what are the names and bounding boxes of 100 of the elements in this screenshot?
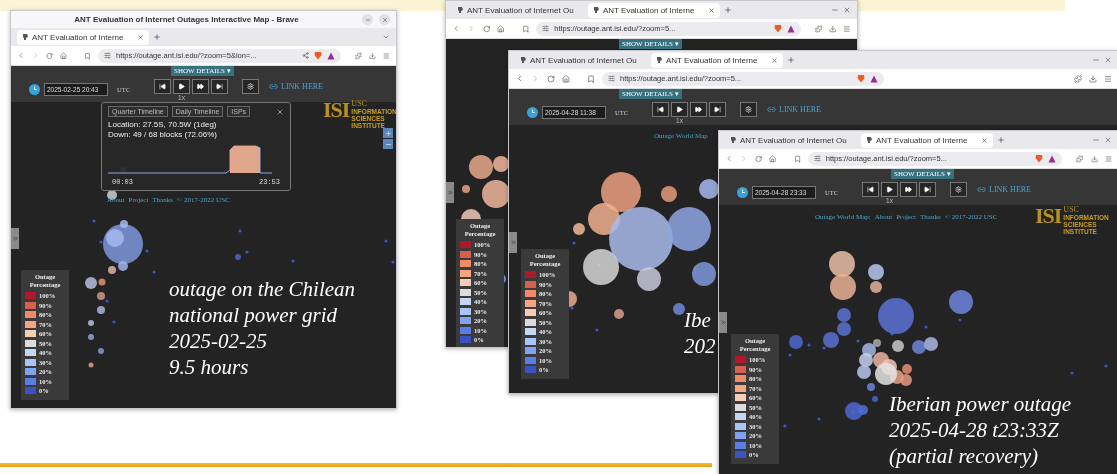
settings-button[interactable]	[242, 78, 259, 94]
browser-tab[interactable]: ANT Evaluation of Interne	[861, 132, 993, 148]
close-icon[interactable]	[1104, 56, 1112, 64]
outage-circle	[870, 281, 882, 293]
location-dot	[958, 318, 962, 322]
download-icon[interactable]	[1090, 154, 1098, 163]
settings-button[interactable]	[950, 181, 967, 197]
zoom-out-button[interactable]	[383, 139, 393, 149]
close-tab-icon[interactable]	[708, 6, 715, 14]
link-here-link[interactable]: LINK HERE	[269, 82, 323, 91]
minimize-button[interactable]	[362, 14, 373, 25]
menu-icon[interactable]	[383, 51, 390, 60]
home-icon[interactable]	[60, 51, 68, 60]
play-button[interactable]	[173, 78, 190, 94]
close-icon[interactable]	[1104, 136, 1112, 144]
step-back-button[interactable]	[652, 101, 669, 117]
step-back-button[interactable]	[862, 181, 879, 197]
browser-tab[interactable]: ANT Evaluation of Internet Ou	[515, 52, 647, 68]
new-tab-icon[interactable]	[997, 136, 1005, 144]
minimize-icon[interactable]	[831, 6, 839, 14]
site-settings-icon[interactable]	[542, 25, 550, 32]
step-forward-button[interactable]	[919, 181, 936, 197]
minimize-icon[interactable]	[1092, 136, 1100, 144]
back-icon[interactable]	[17, 51, 25, 60]
puzzle-icon[interactable]	[814, 24, 822, 33]
reload-icon[interactable]	[755, 154, 763, 163]
logo-org: USC	[1063, 206, 1080, 214]
back-icon[interactable]	[725, 154, 734, 163]
triangle-icon[interactable]	[786, 24, 795, 33]
close-icon[interactable]	[276, 107, 284, 116]
home-icon[interactable]	[497, 24, 505, 33]
puzzle-icon[interactable]	[355, 51, 363, 60]
settings-button[interactable]	[740, 101, 757, 117]
shield-icon[interactable]	[314, 51, 323, 60]
back-icon[interactable]	[515, 74, 524, 83]
forward-icon[interactable]	[467, 24, 476, 33]
site-settings-icon[interactable]	[813, 155, 821, 162]
browser-tab[interactable]: ANT Evaluation of Interne	[17, 29, 149, 45]
new-tab-icon[interactable]	[153, 33, 161, 41]
triangle-icon[interactable]	[327, 51, 336, 60]
step-forward-button[interactable]	[709, 101, 726, 117]
bookmark-icon[interactable]	[84, 51, 91, 60]
close-button[interactable]	[379, 14, 390, 25]
triangle-icon[interactable]	[870, 74, 878, 83]
new-tab-icon[interactable]	[787, 56, 795, 64]
share-icon[interactable]	[302, 52, 310, 59]
link-icon	[767, 105, 776, 114]
site-settings-icon[interactable]	[104, 52, 111, 59]
reload-icon[interactable]	[46, 51, 54, 60]
close-tab-icon[interactable]	[137, 33, 144, 41]
triangle-icon[interactable]	[1048, 154, 1057, 163]
chevron-down-icon[interactable]	[382, 33, 390, 41]
zoom-in-button[interactable]	[383, 128, 393, 138]
play-button[interactable]	[671, 101, 688, 117]
home-icon[interactable]	[562, 74, 570, 83]
fast-forward-button[interactable]	[690, 101, 707, 117]
outage-circle	[829, 251, 855, 277]
browser-tab[interactable]: ANT Evaluation of Internet Ou	[725, 132, 857, 148]
browser-tab[interactable]: ANT Evaluation of Internet Ou	[452, 2, 584, 18]
sidebar-toggle-button[interactable]	[509, 232, 517, 253]
close-icon[interactable]	[843, 6, 851, 14]
link-here-link[interactable]: LINK HERE	[767, 105, 821, 114]
new-tab-icon[interactable]	[724, 6, 732, 14]
home-icon[interactable]	[769, 154, 777, 163]
close-tab-icon[interactable]	[771, 56, 778, 64]
fast-forward-button[interactable]	[192, 78, 209, 94]
shield-icon[interactable]	[1035, 154, 1044, 163]
download-icon[interactable]	[1089, 74, 1097, 83]
puzzle-icon[interactable]	[1074, 74, 1082, 83]
play-button[interactable]	[881, 181, 898, 197]
menu-icon[interactable]	[1104, 74, 1112, 83]
bookmark-icon[interactable]	[587, 74, 595, 83]
outage-circle	[872, 396, 878, 402]
sidebar-toggle-button[interactable]	[11, 228, 19, 249]
location-text: Location: 27.5S, 70.5W (1deg)	[108, 120, 218, 130]
download-icon[interactable]	[369, 51, 377, 60]
browser-tab[interactable]: ANT Evaluation of Interne	[651, 52, 783, 68]
forward-icon[interactable]	[531, 74, 540, 83]
sidebar-toggle-button[interactable]	[446, 182, 454, 203]
puzzle-icon[interactable]	[1076, 154, 1084, 163]
site-settings-icon[interactable]	[608, 75, 615, 82]
browser-tab[interactable]: ANT Evaluation of Interne	[588, 2, 720, 18]
minimize-icon[interactable]	[1092, 56, 1100, 64]
download-icon[interactable]	[829, 24, 837, 33]
back-icon[interactable]	[452, 24, 461, 33]
link-here-link[interactable]: LINK HERE	[977, 185, 1031, 194]
menu-icon[interactable]	[1104, 154, 1112, 163]
step-back-button[interactable]	[154, 78, 171, 94]
sidebar-toggle-button[interactable]	[719, 312, 727, 333]
bookmark-icon[interactable]	[521, 24, 530, 33]
bookmark-icon[interactable]	[793, 154, 801, 163]
fast-forward-button[interactable]	[900, 181, 917, 197]
menu-icon[interactable]	[843, 24, 851, 33]
shield-icon[interactable]	[773, 24, 782, 33]
reload-icon[interactable]	[482, 24, 491, 33]
step-forward-button[interactable]	[211, 78, 228, 94]
location-dot	[238, 229, 242, 233]
close-tab-icon[interactable]	[981, 136, 988, 144]
reload-icon[interactable]	[547, 74, 555, 83]
settings-icon	[247, 82, 254, 90]
